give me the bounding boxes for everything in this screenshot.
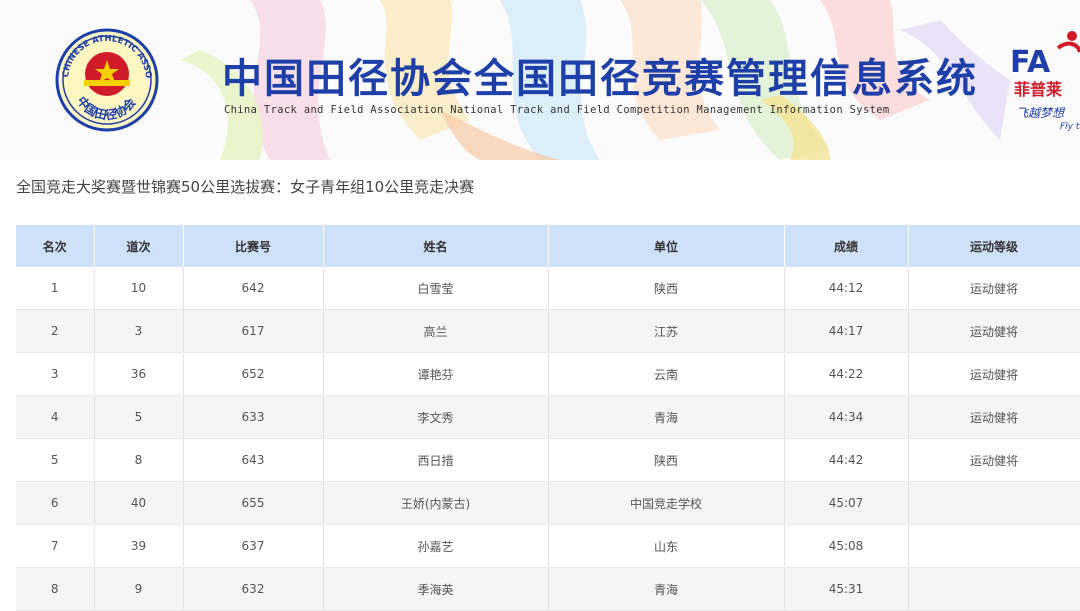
cell-lane: 8 bbox=[94, 438, 184, 482]
cell-name: 王娇(内蒙古) bbox=[323, 481, 549, 525]
cell-grade bbox=[908, 524, 1080, 568]
cell-unit: 青海 bbox=[548, 567, 785, 611]
column-header-unit: 单位 bbox=[548, 225, 785, 267]
cell-result: 44:12 bbox=[784, 267, 909, 310]
cell-unit: 陕西 bbox=[548, 267, 785, 310]
results-table: 名次 道次 比赛号 姓名 单位 成绩 运动等级 1 10 642 白雪莹 陕西 … bbox=[16, 225, 1080, 611]
cell-result: 45:08 bbox=[784, 524, 909, 568]
table-row: 1 10 642 白雪莹 陕西 44:12 运动健将 bbox=[16, 267, 1080, 310]
sponsor-logo: FA 菲普莱 飞越梦想 Fly to bbox=[1008, 26, 1080, 136]
cell-name: 谭艳芬 bbox=[323, 352, 549, 396]
cell-grade: 运动健将 bbox=[908, 438, 1080, 482]
sponsor-mark-text: FA bbox=[1010, 45, 1051, 76]
cell-unit: 山东 bbox=[548, 524, 785, 568]
system-subtitle: China Track and Field Association Nation… bbox=[224, 104, 890, 116]
table-header-row: 名次 道次 比赛号 姓名 单位 成绩 运动等级 bbox=[16, 225, 1080, 267]
cell-bib: 637 bbox=[183, 524, 324, 568]
cell-lane: 9 bbox=[94, 567, 184, 611]
cell-grade bbox=[908, 481, 1080, 525]
cell-lane: 39 bbox=[94, 524, 184, 568]
column-header-bib: 比赛号 bbox=[183, 225, 324, 267]
system-title: 中国田径协会全国田径竞赛管理信息系统 bbox=[222, 56, 978, 102]
cell-name: 季海英 bbox=[323, 567, 549, 611]
cell-result: 44:17 bbox=[784, 309, 909, 353]
cell-name: 李文秀 bbox=[323, 395, 549, 439]
column-header-rank: 名次 bbox=[16, 225, 95, 267]
table-row: 8 9 632 季海英 青海 45:31 bbox=[16, 567, 1080, 611]
cell-unit: 青海 bbox=[548, 395, 785, 439]
table-row: 6 40 655 王娇(内蒙古) 中国竞走学校 45:07 bbox=[16, 481, 1080, 525]
sponsor-name: 菲普莱 bbox=[1014, 80, 1063, 99]
cell-bib: 633 bbox=[183, 395, 324, 439]
chinese-athletic-association-logo-icon: CHINESE ATHLETIC ASSOCIATION 中国田径协会 bbox=[54, 24, 159, 132]
cell-lane: 10 bbox=[94, 267, 184, 310]
cell-lane: 5 bbox=[94, 395, 184, 439]
cell-rank: 3 bbox=[16, 352, 95, 396]
column-header-name: 姓名 bbox=[323, 225, 549, 267]
cell-result: 44:34 bbox=[784, 395, 909, 439]
sponsor-slogan: 飞越梦想 bbox=[1016, 106, 1065, 120]
cell-grade: 运动健将 bbox=[908, 309, 1080, 353]
table-row: 3 36 652 谭艳芬 云南 44:22 运动健将 bbox=[16, 352, 1080, 396]
cell-name: 白雪莹 bbox=[323, 267, 549, 310]
table-row: 7 39 637 孙嘉艺 山东 45:08 bbox=[16, 524, 1080, 568]
table-row: 4 5 633 李文秀 青海 44:34 运动健将 bbox=[16, 395, 1080, 439]
cell-result: 44:22 bbox=[784, 352, 909, 396]
cell-rank: 1 bbox=[16, 267, 95, 310]
sponsor-mark-icon: FA bbox=[1010, 31, 1080, 76]
cell-unit: 云南 bbox=[548, 352, 785, 396]
cell-unit: 中国竞走学校 bbox=[548, 481, 785, 525]
column-header-grade: 运动等级 bbox=[908, 225, 1080, 267]
table-row: 5 8 643 西日措 陕西 44:42 运动健将 bbox=[16, 438, 1080, 482]
table-row: 2 3 617 高兰 江苏 44:17 运动健将 bbox=[16, 309, 1080, 353]
cell-bib: 643 bbox=[183, 438, 324, 482]
cell-rank: 7 bbox=[16, 524, 95, 568]
cell-grade: 运动健将 bbox=[908, 352, 1080, 396]
cell-rank: 2 bbox=[16, 309, 95, 353]
cell-bib: 652 bbox=[183, 352, 324, 396]
cell-bib: 655 bbox=[183, 481, 324, 525]
cell-grade: 运动健将 bbox=[908, 395, 1080, 439]
cell-lane: 3 bbox=[94, 309, 184, 353]
cell-lane: 40 bbox=[94, 481, 184, 525]
cell-name: 高兰 bbox=[323, 309, 549, 353]
cell-rank: 5 bbox=[16, 438, 95, 482]
cell-result: 45:31 bbox=[784, 567, 909, 611]
cell-grade: 运动健将 bbox=[908, 267, 1080, 310]
cell-name: 孙嘉艺 bbox=[323, 524, 549, 568]
cell-rank: 4 bbox=[16, 395, 95, 439]
sponsor-slogan-en: Fly to bbox=[1060, 122, 1080, 132]
event-title: 全国竞走大奖赛暨世锦赛50公里选拔赛：女子青年组10公里竞走决赛 bbox=[16, 178, 475, 196]
column-header-lane: 道次 bbox=[94, 225, 184, 267]
cell-bib: 617 bbox=[183, 309, 324, 353]
cell-result: 45:07 bbox=[784, 481, 909, 525]
cell-lane: 36 bbox=[94, 352, 184, 396]
cell-bib: 642 bbox=[183, 267, 324, 310]
cell-grade bbox=[908, 567, 1080, 611]
cell-rank: 6 bbox=[16, 481, 95, 525]
cell-bib: 632 bbox=[183, 567, 324, 611]
cell-result: 44:42 bbox=[784, 438, 909, 482]
header-banner: CHINESE ATHLETIC ASSOCIATION 中国田径协会 中国田径… bbox=[0, 0, 1080, 160]
cell-rank: 8 bbox=[16, 567, 95, 611]
cell-unit: 江苏 bbox=[548, 309, 785, 353]
cell-unit: 陕西 bbox=[548, 438, 785, 482]
column-header-result: 成绩 bbox=[784, 225, 909, 267]
cell-name: 西日措 bbox=[323, 438, 549, 482]
